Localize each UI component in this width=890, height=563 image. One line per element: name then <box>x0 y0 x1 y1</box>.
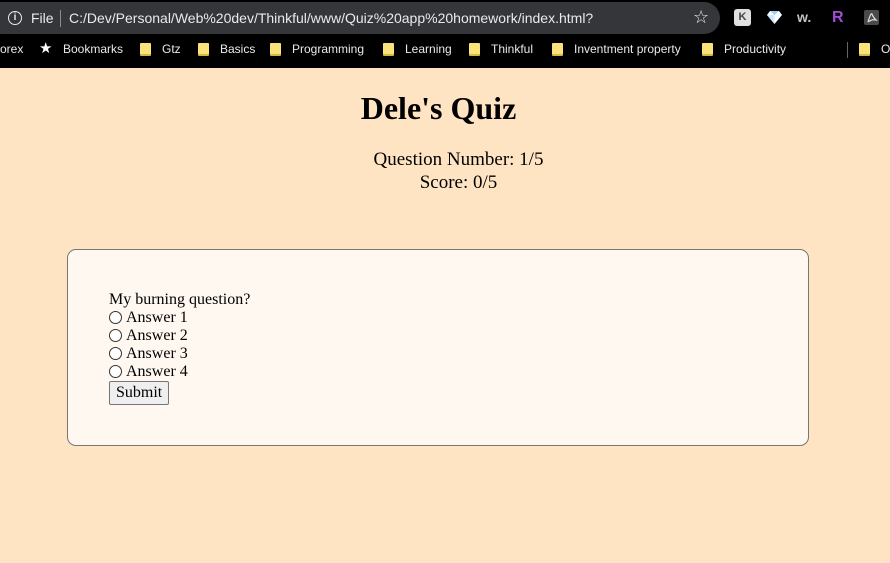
bookmark-productivity[interactable]: Productivity <box>724 42 786 56</box>
bookmark-bookmarks[interactable]: Bookmarks <box>63 42 123 56</box>
extension-gem-icon[interactable] <box>766 9 783 26</box>
submit-button[interactable]: Submit <box>109 381 170 405</box>
bookmark-learning[interactable]: Learning <box>405 42 452 56</box>
bookmark-gtz[interactable]: Gtz <box>162 42 181 56</box>
radio-button[interactable] <box>109 347 122 360</box>
bookmarks-divider <box>847 42 848 58</box>
info-icon[interactable]: i <box>8 11 22 25</box>
browser-chrome: i File C:/Dev/Personal/Web%20dev/Thinkfu… <box>0 0 890 68</box>
extension-pdf-icon[interactable] <box>863 9 880 26</box>
bookmark-basics[interactable]: Basics <box>220 42 255 56</box>
folder-icon <box>469 43 480 56</box>
folder-icon <box>383 43 394 56</box>
bookmark-forex[interactable]: orex <box>0 42 23 56</box>
bookmark-programming[interactable]: Programming <box>292 42 364 56</box>
bookmarks-bar: orex ★ Bookmarks Gtz Basics Programming … <box>0 38 890 62</box>
bookmarks-star-icon: ★ <box>39 40 53 57</box>
url-text[interactable]: C:/Dev/Personal/Web%20dev/Thinkful/www/Q… <box>69 10 593 26</box>
folder-icon <box>198 43 209 56</box>
question-number: Question Number: 1/5 <box>373 149 544 170</box>
extension-r-icon[interactable]: R <box>832 9 849 26</box>
answer-label: Answer 3 <box>126 345 188 362</box>
answer-option-4[interactable]: Answer 4 <box>109 363 188 381</box>
radio-button[interactable] <box>109 311 122 324</box>
folder-icon <box>702 43 713 56</box>
answer-label: Answer 2 <box>126 327 188 344</box>
quiz-form: My burning question? Answer 1 Answer 2 A… <box>67 249 809 446</box>
score: Score: 0/5 <box>419 172 498 193</box>
radio-button[interactable] <box>109 365 122 378</box>
answer-option-1[interactable]: Answer 1 <box>109 309 188 327</box>
answer-option-2[interactable]: Answer 2 <box>109 327 188 345</box>
bookmark-star-icon[interactable]: ☆ <box>693 7 709 28</box>
answer-list: Answer 1 Answer 2 Answer 3 Answer 4 <box>109 309 188 381</box>
extension-w-icon[interactable]: w. <box>797 9 819 26</box>
answer-label: Answer 4 <box>126 363 188 380</box>
folder-icon <box>270 43 281 56</box>
url-scheme: File <box>31 10 54 26</box>
answer-option-3[interactable]: Answer 3 <box>109 345 188 363</box>
folder-icon <box>140 43 151 56</box>
radio-button[interactable] <box>109 329 122 342</box>
bookmark-inventment-property[interactable]: Inventment property <box>574 42 681 56</box>
question-text: My burning question? <box>109 291 251 308</box>
extension-k-icon[interactable]: K <box>734 9 751 26</box>
bookmark-other[interactable]: O <box>881 42 890 56</box>
address-bar[interactable]: i File C:/Dev/Personal/Web%20dev/Thinkfu… <box>0 2 720 34</box>
page-title: Dele's Quiz <box>360 90 517 126</box>
answer-label: Answer 1 <box>126 309 188 326</box>
quiz-status: Question Number: 1/5 Score: 0/5 <box>0 148 890 194</box>
folder-icon <box>552 43 563 56</box>
bookmark-thinkful[interactable]: Thinkful <box>491 42 533 56</box>
address-divider <box>60 10 61 27</box>
folder-icon <box>859 43 870 56</box>
